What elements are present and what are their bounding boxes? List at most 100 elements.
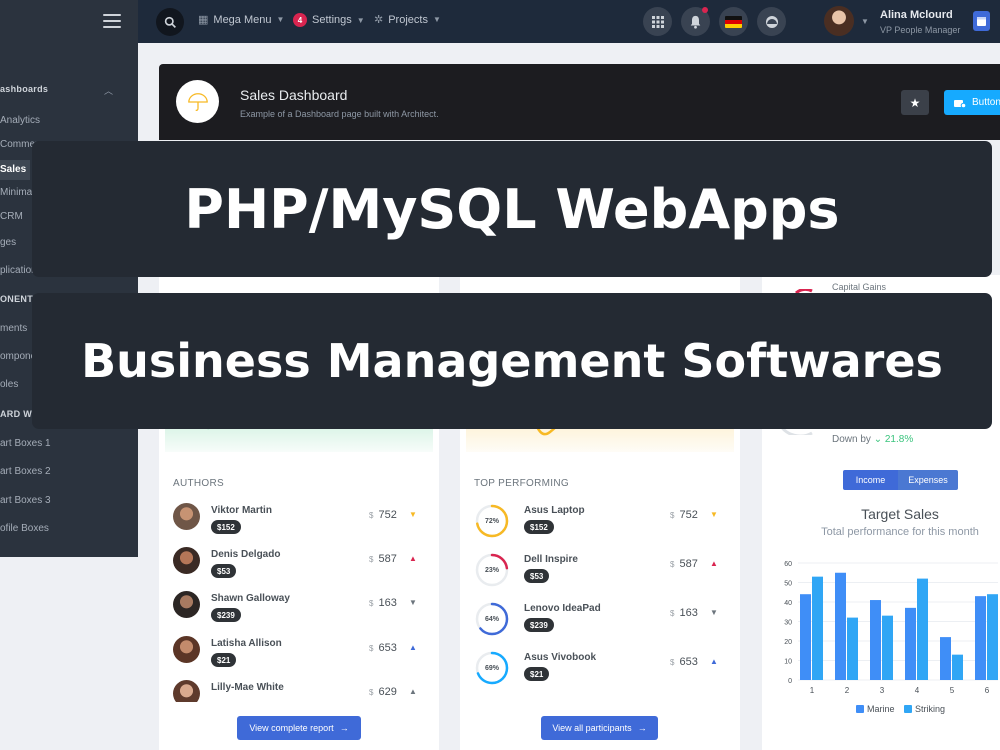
chart-subtitle: Total performance for this month (821, 526, 979, 538)
down-by-percent: 21.8% (884, 434, 914, 445)
author-avatar (173, 591, 200, 618)
sidebar-item-crm[interactable]: CRM (0, 211, 23, 222)
arrow-right-icon: → (339, 723, 349, 733)
author-value-number: 752 (378, 509, 397, 521)
list-item[interactable]: Latisha Allison $21 $653 ▲ (173, 636, 425, 676)
currency-symbol: $ (670, 511, 675, 520)
overlay-banner-line-1: PHP/MySQL WebApps (32, 141, 992, 277)
chevron-down-icon: ▼ (276, 15, 285, 24)
list-item[interactable]: 23% Dell Inspire $53 $587 ▲ (474, 552, 726, 592)
bar-marine-3 (870, 600, 881, 680)
sidebar-item-elements[interactable]: ments (0, 323, 27, 334)
top-performing-title: TOP PERFORMING (474, 478, 569, 489)
tab-expenses[interactable]: Expenses (898, 470, 958, 490)
nav-settings[interactable]: 4 Settings ▼ (293, 13, 365, 27)
author-value: $629 (369, 686, 397, 698)
page-subtitle: Example of a Dashboard page built with A… (240, 109, 439, 119)
list-item[interactable]: 72% Asus Laptop $152 $752 ▼ (474, 503, 726, 543)
product-value: $653 (670, 656, 698, 668)
author-value: $752 (369, 509, 397, 521)
nav-mega-menu[interactable]: ▦ Mega Menu ▼ (198, 13, 285, 27)
sidebar-item-profile-boxes[interactable]: ofile Boxes (0, 523, 49, 534)
notifications-button[interactable] (681, 7, 710, 36)
currency-symbol: $ (670, 609, 675, 618)
currency-symbol: $ (369, 555, 374, 564)
list-item[interactable]: 69% Asus Vivobook $21 $653 ▲ (474, 650, 726, 690)
author-name: Shawn Galloway (211, 593, 290, 604)
user-avatar[interactable] (824, 6, 854, 36)
y-tick-label: 0 (788, 678, 792, 685)
y-tick-label: 40 (784, 600, 792, 607)
chevron-down-icon[interactable]: ▼ (861, 17, 869, 26)
sidebar-item-chart-boxes-2[interactable]: art Boxes 2 (0, 466, 51, 477)
user-role: VP People Manager (880, 25, 961, 35)
gauge-icon (765, 15, 778, 28)
sidebar-heading-dashboard-widgets: ARD WI (0, 409, 35, 419)
bar-striking-2 (847, 617, 858, 680)
nav-projects[interactable]: ✲ Projects ▼ (374, 13, 441, 27)
y-tick-label: 30 (784, 620, 792, 627)
user-calendar-button[interactable] (973, 11, 990, 31)
product-name: Asus Laptop (524, 505, 585, 516)
view-complete-report-button[interactable]: View complete report → (237, 716, 361, 740)
page-title-card: Sales Dashboard Example of a Dashboard p… (159, 64, 1000, 140)
page-title: Sales Dashboard (240, 87, 348, 103)
author-name: Denis Delgado (211, 549, 281, 560)
notification-dot (702, 7, 708, 13)
list-item[interactable]: 64% Lenovo IdeaPad $239 $163 ▼ (474, 601, 726, 641)
product-name: Lenovo IdeaPad (524, 603, 601, 614)
sidebar-item-tables[interactable]: oles (0, 379, 18, 390)
product-value-number: 587 (679, 558, 698, 570)
nav-settings-label: Settings (312, 14, 352, 26)
tab-income[interactable]: Income (843, 470, 898, 490)
sidebar-item-components[interactable]: ompone (0, 351, 36, 362)
header-logo-area (0, 0, 138, 43)
activity-button[interactable] (757, 7, 786, 36)
settings-badge: 4 (293, 13, 307, 27)
trend-up-icon: ▲ (710, 559, 718, 568)
x-tick-label: 3 (880, 686, 885, 695)
product-name: Dell Inspire (524, 554, 578, 565)
sidebar-item-minimal[interactable]: Minima (0, 187, 32, 198)
author-avatar (173, 680, 200, 702)
product-value: $163 (670, 607, 698, 619)
x-tick-label: 2 (845, 686, 850, 695)
hamburger-menu-icon[interactable] (103, 14, 121, 28)
author-name: Latisha Allison (211, 638, 282, 649)
product-name: Asus Vivobook (524, 652, 597, 663)
bar-striking-6 (987, 594, 998, 680)
product-value-number: 653 (679, 656, 698, 668)
trend-up-icon: ▲ (710, 657, 718, 666)
bar-marine-2 (835, 572, 846, 680)
sidebar-item-sales[interactable]: Sales (0, 164, 26, 175)
progress-percent: 64% (484, 615, 499, 623)
x-tick-label: 5 (950, 686, 955, 695)
chevron-up-icon[interactable]: ︿ (104, 84, 113, 97)
language-button[interactable] (719, 7, 748, 36)
list-item[interactable]: Lilly-Mae White $629 ▲ (173, 680, 425, 702)
author-name: Viktor Martin (211, 505, 272, 516)
nav-mega-menu-label: Mega Menu (213, 13, 272, 26)
sidebar-item-analytics[interactable]: Analytics (0, 115, 40, 126)
author-amount-badge: $53 (211, 564, 237, 578)
view-all-participants-button[interactable]: View all participants → (541, 716, 658, 740)
chart-title: Target Sales (861, 506, 939, 522)
page-action-button[interactable]: Button (944, 90, 1000, 115)
list-item[interactable]: Denis Delgado $53 $587 ▲ (173, 547, 425, 587)
apps-grid-button[interactable] (643, 7, 672, 36)
search-button[interactable] (156, 8, 184, 36)
calendar-icon (977, 17, 986, 26)
author-value-number: 653 (378, 642, 397, 654)
sidebar-item-chart-boxes-1[interactable]: art Boxes 1 (0, 438, 51, 449)
top-header: ▦ Mega Menu ▼ 4 Settings ▼ ✲ Projects ▼ … (0, 0, 1000, 43)
bar-marine-6 (975, 596, 986, 680)
chevron-down-icon: ▼ (356, 15, 365, 25)
sidebar-item-chart-boxes-3[interactable]: art Boxes 3 (0, 495, 51, 506)
author-name: Lilly-Mae White (211, 682, 284, 693)
list-item[interactable]: Viktor Martin $152 $752 ▼ (173, 503, 425, 543)
bar-marine-1 (800, 594, 811, 680)
list-item[interactable]: Shawn Galloway $239 $163 ▼ (173, 591, 425, 631)
favorite-button[interactable]: ★ (901, 90, 929, 115)
sidebar-item-pages[interactable]: ges (0, 237, 16, 248)
trend-down-icon: ▼ (409, 598, 417, 607)
